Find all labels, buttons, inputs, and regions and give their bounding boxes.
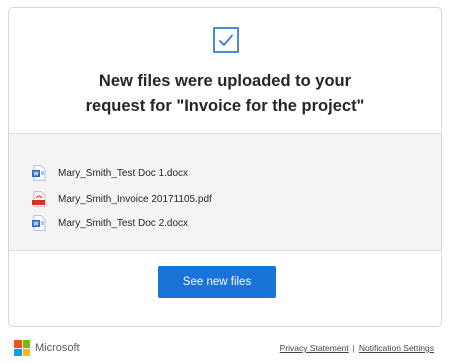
svg-text:W: W bbox=[33, 222, 39, 228]
file-item[interactable]: W Mary_Smith_Test Doc 2.docx bbox=[32, 214, 188, 232]
word-doc-icon: W bbox=[32, 215, 46, 231]
pdf-doc-icon bbox=[32, 191, 46, 207]
microsoft-logo-icon bbox=[14, 340, 30, 356]
microsoft-logo: Microsoft bbox=[14, 340, 80, 356]
footer-links: Privacy Statement | Notification Settings bbox=[280, 343, 434, 353]
file-item[interactable]: Mary_Smith_Invoice 20171105.pdf bbox=[32, 190, 212, 208]
title-line-1: New files were uploaded to your bbox=[98, 72, 352, 90]
privacy-statement-link[interactable]: Privacy Statement bbox=[280, 343, 349, 353]
file-name: Mary_Smith_Invoice 20171105.pdf bbox=[58, 193, 212, 205]
see-new-files-button[interactable]: See new files bbox=[158, 266, 276, 298]
page-title: New files were uploaded to your request … bbox=[9, 69, 441, 119]
word-doc-icon: W bbox=[32, 165, 46, 181]
notification-settings-link[interactable]: Notification Settings bbox=[359, 343, 434, 353]
file-name: Mary_Smith_Test Doc 1.docx bbox=[58, 167, 189, 179]
brand-name: Microsoft bbox=[35, 342, 80, 354]
link-separator: | bbox=[352, 343, 355, 353]
title-line-2: request for "Invoice for the project" bbox=[85, 97, 365, 115]
checkbox-checked-icon bbox=[213, 27, 239, 53]
file-list: W Mary_Smith_Test Doc 1.docx Mary_Smith_… bbox=[9, 133, 441, 251]
file-name: Mary_Smith_Test Doc 2.docx bbox=[58, 217, 189, 229]
card-header: New files were uploaded to your request … bbox=[9, 8, 441, 133]
svg-text:W: W bbox=[33, 172, 39, 178]
file-item[interactable]: W Mary_Smith_Test Doc 1.docx bbox=[32, 164, 188, 182]
